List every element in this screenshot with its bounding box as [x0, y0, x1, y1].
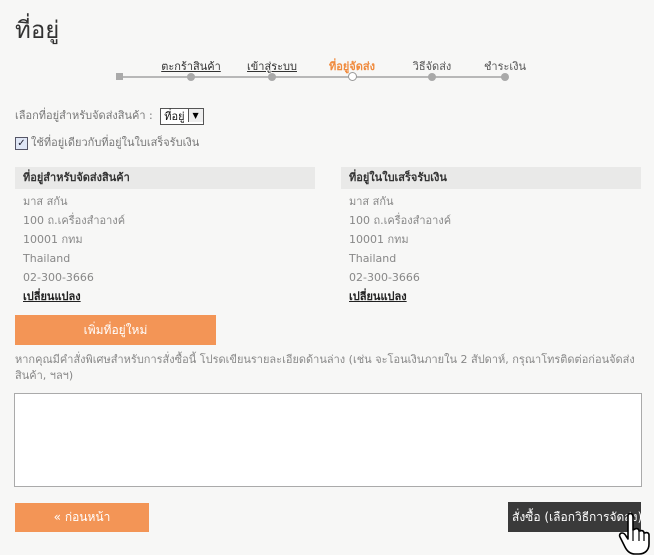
address-select-row: เลือกที่อยู่สำหรับจัดส่งสินค้า : ที่อยู่…	[15, 106, 204, 125]
billing-address-heading: ที่อยู่ในใบเสร็จรับเงิน	[341, 167, 641, 189]
shipping-country: Thailand	[23, 252, 71, 265]
shipping-postcode-city: 10001 กทม	[23, 233, 83, 246]
step-address-label: ที่อยู่จัดส่ง	[329, 60, 375, 73]
shipping-address-heading: ที่อยู่สำหรับจัดส่งสินค้า	[15, 167, 315, 189]
shipping-street: 100 ถ.เครื่องสำอางค์	[23, 214, 126, 227]
billing-street: 100 ถ.เครื่องสำอางค์	[349, 214, 452, 227]
step-cart-link[interactable]: ตะกร้าสินค้า	[161, 57, 221, 75]
step-payment-label: ชำระเงิน	[483, 60, 527, 73]
progress-start-marker	[116, 73, 123, 80]
chevron-down-icon[interactable]: ▼	[187, 108, 203, 122]
back-button[interactable]: « ก่อนหน้า	[15, 503, 149, 532]
step-login-link[interactable]: เข้าสู่ระบบ	[247, 57, 297, 75]
address-select-value: ที่อยู่	[164, 109, 185, 123]
shipping-address-panel: ที่อยู่สำหรับจัดส่งสินค้า มาส สกัน 100 ถ…	[15, 167, 315, 306]
billing-country: Thailand	[349, 252, 397, 265]
billing-phone: 02-300-3666	[349, 271, 420, 284]
step-shipping-method-label: วิธีจัดส่ง	[412, 60, 452, 73]
add-address-button[interactable]: เพิ่มที่อยู่ใหม่	[15, 315, 216, 345]
shipping-change-link[interactable]: เปลี่ยนแปลง	[15, 287, 315, 306]
billing-postcode-city: 10001 กทม	[349, 233, 409, 246]
same-address-row: ✓ ใช้ที่อยู่เดียวกับที่อยู่ในใบเสร็จรับเง…	[15, 133, 199, 151]
hand-cursor-icon	[618, 512, 650, 555]
shipping-phone: 02-300-3666	[23, 271, 94, 284]
special-instructions-note: หากคุณมีคำสั่งพิเศษสำหรับการสั่งซื้อนี้ …	[15, 353, 635, 382]
same-address-label[interactable]: ใช้ที่อยู่เดียวกับที่อยู่ในใบเสร็จรับเงิ…	[31, 136, 199, 149]
billing-change-link[interactable]: เปลี่ยนแปลง	[341, 287, 641, 306]
progress-track	[120, 76, 506, 78]
checkout-progress: ตะกร้าสินค้า เข้าสู่ระบบ ที่อยู่จัดส่ง ว…	[0, 0, 654, 90]
address-select[interactable]: ที่อยู่ ▼	[160, 107, 204, 125]
billing-address-panel: ที่อยู่ในใบเสร็จรับเงิน มาส สกัน 100 ถ.เ…	[341, 167, 641, 306]
same-address-checkbox[interactable]: ✓	[15, 136, 28, 150]
shipping-name: มาส สกัน	[23, 195, 68, 208]
billing-name: มาส สกัน	[349, 195, 394, 208]
special-instructions-textarea[interactable]	[14, 393, 642, 487]
address-select-label: เลือกที่อยู่สำหรับจัดส่งสินค้า :	[15, 109, 153, 122]
